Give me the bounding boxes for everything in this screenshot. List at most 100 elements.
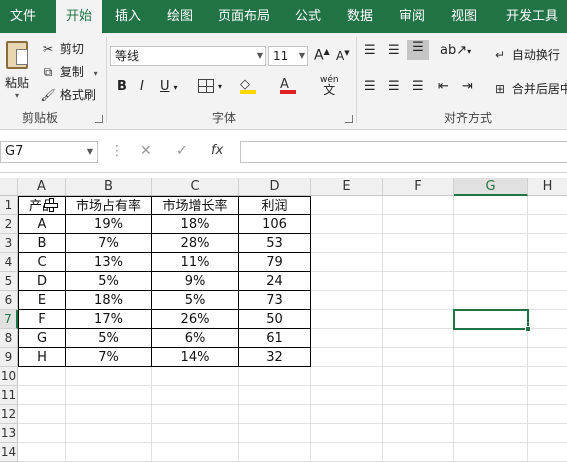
row-header-12[interactable]: 12: [0, 405, 18, 424]
font-color-button[interactable]: A: [280, 77, 296, 94]
cell-d13[interactable]: [239, 424, 311, 443]
cell-b14[interactable]: [66, 443, 152, 462]
cell-g6[interactable]: [454, 291, 528, 310]
cell-a1[interactable]: 产品: [18, 196, 66, 215]
row-header-3[interactable]: 3: [0, 234, 18, 253]
decrease-font-button[interactable]: A▼: [336, 49, 350, 63]
cell-c13[interactable]: [152, 424, 239, 443]
column-header-d[interactable]: D: [239, 178, 311, 196]
cell-c8[interactable]: 6%: [152, 329, 239, 348]
cell-a8[interactable]: G: [18, 329, 66, 348]
cell-h7[interactable]: [528, 310, 567, 329]
cell-c9[interactable]: 14%: [152, 348, 239, 367]
cell-c14[interactable]: [152, 443, 239, 462]
cell-c2[interactable]: 18%: [152, 215, 239, 234]
cell-c4[interactable]: 11%: [152, 253, 239, 272]
select-all-corner[interactable]: [0, 178, 18, 196]
cell-c12[interactable]: [152, 405, 239, 424]
cell-f10[interactable]: [383, 367, 454, 386]
cell-d8[interactable]: 61: [239, 329, 311, 348]
cell-a7[interactable]: F: [18, 310, 66, 329]
cell-e10[interactable]: [311, 367, 383, 386]
tab-0[interactable]: 文件: [8, 0, 38, 33]
cell-f5[interactable]: [383, 272, 454, 291]
cell-d10[interactable]: [239, 367, 311, 386]
cell-f7[interactable]: [383, 310, 454, 329]
cell-d2[interactable]: 106: [239, 215, 311, 234]
cell-b2[interactable]: 19%: [66, 215, 152, 234]
cell-f4[interactable]: [383, 253, 454, 272]
cell-h10[interactable]: [528, 367, 567, 386]
cell-e8[interactable]: [311, 329, 383, 348]
phonetic-button[interactable]: wén 文: [320, 75, 339, 96]
cell-c6[interactable]: 5%: [152, 291, 239, 310]
cell-g5[interactable]: [454, 272, 528, 291]
cell-a11[interactable]: [18, 386, 66, 405]
clipboard-launcher-icon[interactable]: [95, 115, 103, 123]
cell-e13[interactable]: [311, 424, 383, 443]
cell-e11[interactable]: [311, 386, 383, 405]
cell-h11[interactable]: [528, 386, 567, 405]
cell-d6[interactable]: 73: [239, 291, 311, 310]
insert-function-icon[interactable]: fx: [211, 143, 223, 158]
cell-f13[interactable]: [383, 424, 454, 443]
cell-g8[interactable]: [454, 329, 528, 348]
column-header-h[interactable]: H: [528, 178, 567, 196]
cell-h5[interactable]: [528, 272, 567, 291]
formula-input[interactable]: [240, 141, 567, 163]
cell-f6[interactable]: [383, 291, 454, 310]
align-bottom-button[interactable]: ☰: [407, 40, 429, 60]
increase-font-button[interactable]: A▲: [314, 47, 330, 64]
cell-c7[interactable]: 26%: [152, 310, 239, 329]
cell-h12[interactable]: [528, 405, 567, 424]
cell-a3[interactable]: B: [18, 234, 66, 253]
tab-6[interactable]: 数据: [340, 0, 380, 33]
font-launcher-icon[interactable]: [345, 115, 353, 123]
cell-h13[interactable]: [528, 424, 567, 443]
wrap-text-button[interactable]: ↵ 自动换行: [492, 46, 560, 63]
cell-a4[interactable]: C: [18, 253, 66, 272]
cell-a12[interactable]: [18, 405, 66, 424]
align-right-button[interactable]: ☰: [412, 79, 424, 94]
cell-g13[interactable]: [454, 424, 528, 443]
cell-b5[interactable]: 5%: [66, 272, 152, 291]
cell-a6[interactable]: E: [18, 291, 66, 310]
cell-e6[interactable]: [311, 291, 383, 310]
cell-h8[interactable]: [528, 329, 567, 348]
cancel-icon[interactable]: ✕: [140, 143, 152, 159]
format-painter-button[interactable]: 🖌 格式刷: [40, 86, 95, 103]
cell-e5[interactable]: [311, 272, 383, 291]
cell-d4[interactable]: 79: [239, 253, 311, 272]
cell-b12[interactable]: [66, 405, 152, 424]
cell-e9[interactable]: [311, 348, 383, 367]
row-header-14[interactable]: 14: [0, 443, 18, 462]
column-header-f[interactable]: F: [383, 178, 454, 196]
cell-e2[interactable]: [311, 215, 383, 234]
align-center-button[interactable]: ☰: [388, 79, 400, 94]
align-top-button[interactable]: ☰: [364, 43, 376, 58]
row-header-10[interactable]: 10: [0, 367, 18, 386]
cell-f3[interactable]: [383, 234, 454, 253]
cell-h2[interactable]: [528, 215, 567, 234]
cell-d5[interactable]: 24: [239, 272, 311, 291]
underline-button[interactable]: U ▾: [160, 79, 178, 94]
cell-d14[interactable]: [239, 443, 311, 462]
cell-a10[interactable]: [18, 367, 66, 386]
cell-c1[interactable]: 市场增长率: [152, 196, 239, 215]
cell-d9[interactable]: 32: [239, 348, 311, 367]
row-header-1[interactable]: 1: [0, 196, 18, 215]
enter-icon[interactable]: ✓: [176, 143, 188, 159]
cell-b1[interactable]: 市场占有率: [66, 196, 152, 215]
cell-h1[interactable]: [528, 196, 567, 215]
column-header-e[interactable]: E: [311, 178, 383, 196]
row-header-8[interactable]: 8: [0, 329, 18, 348]
cell-g2[interactable]: [454, 215, 528, 234]
row-header-13[interactable]: 13: [0, 424, 18, 443]
font-size-combo[interactable]: 11 ▼: [268, 46, 308, 66]
tab-8[interactable]: 视图: [444, 0, 484, 33]
cell-b11[interactable]: [66, 386, 152, 405]
cell-b10[interactable]: [66, 367, 152, 386]
italic-button[interactable]: I: [140, 79, 144, 94]
increase-indent-button[interactable]: ⇥: [462, 79, 473, 94]
fill-color-button[interactable]: ◇: [240, 77, 256, 94]
